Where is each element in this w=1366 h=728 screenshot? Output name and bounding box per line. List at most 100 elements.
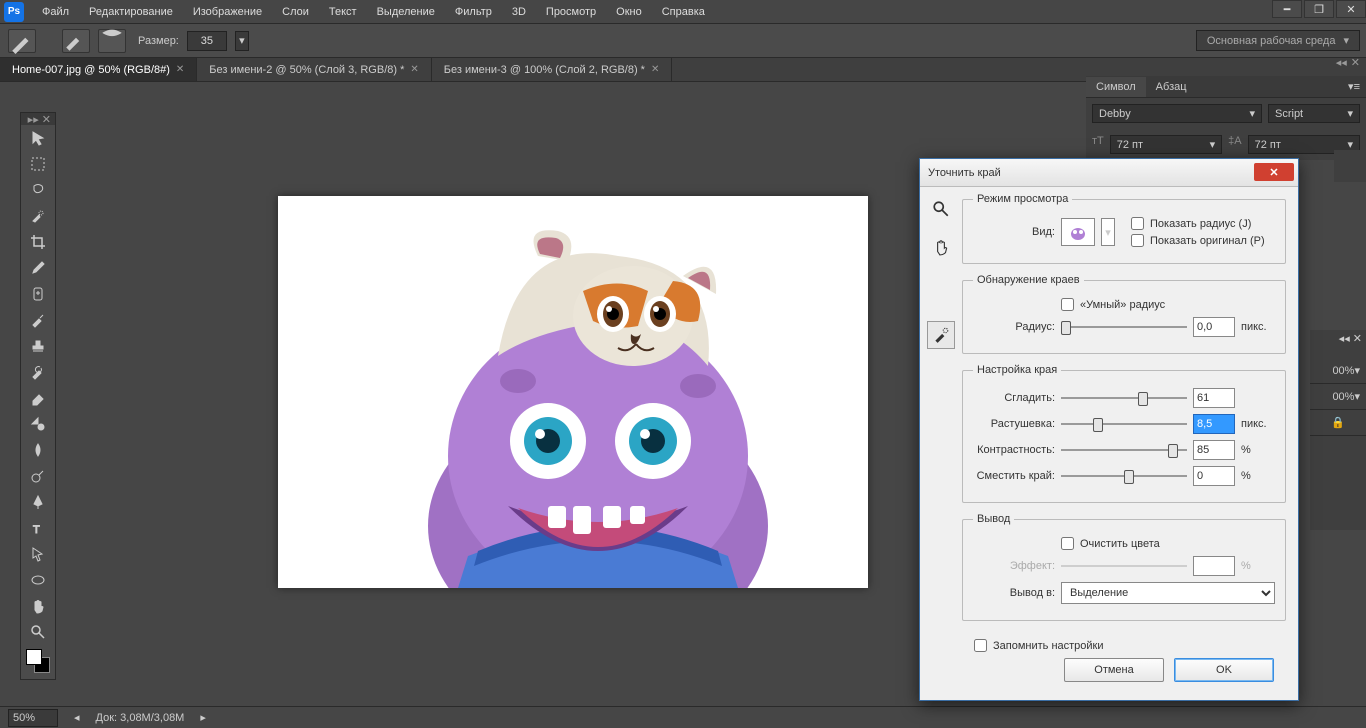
menu-layers[interactable]: Слои bbox=[272, 2, 319, 22]
panel-menu-icon[interactable]: ▾≡ bbox=[1342, 80, 1366, 93]
workspace-switcher[interactable]: Основная рабочая среда▾ bbox=[1196, 30, 1360, 51]
type-tool[interactable]: T bbox=[21, 515, 55, 541]
menu-select[interactable]: Выделение bbox=[367, 2, 445, 22]
view-thumbnail[interactable] bbox=[1061, 218, 1095, 246]
quick-select-tool[interactable] bbox=[21, 203, 55, 229]
size-dropdown-icon[interactable]: ▾ bbox=[235, 31, 249, 51]
zoom-tool[interactable] bbox=[21, 619, 55, 645]
opacity-value-0: 00% bbox=[1332, 365, 1354, 377]
font-family-dropdown[interactable]: Debby▾ bbox=[1092, 104, 1262, 123]
window-minimize-icon[interactable]: ━ bbox=[1272, 0, 1302, 18]
history-brush-tool[interactable] bbox=[21, 359, 55, 385]
feather-slider[interactable] bbox=[1061, 415, 1187, 433]
radius-slider[interactable] bbox=[1061, 318, 1187, 336]
collapse-icon[interactable]: ◂◂ bbox=[1336, 56, 1347, 69]
svg-text:T: T bbox=[33, 524, 40, 536]
amount-slider bbox=[1061, 557, 1187, 575]
edge-detection-legend: Обнаружение краев bbox=[973, 274, 1084, 286]
foreground-color[interactable] bbox=[26, 649, 42, 665]
smooth-slider[interactable] bbox=[1061, 389, 1187, 407]
feather-input[interactable] bbox=[1193, 414, 1235, 434]
brush-sample-icon[interactable] bbox=[98, 29, 126, 53]
layer-opacity-1[interactable]: 00% ▾ bbox=[1310, 384, 1366, 410]
collapsed-panels[interactable] bbox=[1334, 150, 1366, 182]
tool-preset-icon[interactable] bbox=[8, 29, 36, 53]
menu-image[interactable]: Изображение bbox=[183, 2, 272, 22]
layer-opacity-0[interactable]: 00% ▾ bbox=[1310, 358, 1366, 384]
shift-slider[interactable] bbox=[1061, 467, 1187, 485]
ok-button[interactable]: OK bbox=[1174, 658, 1274, 682]
radius-input[interactable] bbox=[1193, 317, 1235, 337]
smart-radius-check[interactable]: «Умный» радиус bbox=[1061, 298, 1165, 311]
font-style-dropdown[interactable]: Script▾ bbox=[1268, 104, 1360, 123]
menu-edit[interactable]: Редактирование bbox=[79, 2, 183, 22]
window-close-icon[interactable]: ✕ bbox=[1336, 0, 1366, 18]
shift-input[interactable] bbox=[1193, 466, 1235, 486]
dialog-close-button[interactable]: ✕ bbox=[1254, 163, 1294, 181]
tab-paragraph[interactable]: Абзац bbox=[1146, 77, 1197, 97]
cancel-button[interactable]: Отмена bbox=[1064, 658, 1164, 682]
panel-icon[interactable] bbox=[1338, 154, 1362, 178]
window-maximize-icon[interactable]: ❐ bbox=[1304, 0, 1334, 18]
scroll-left-icon[interactable]: ◂ bbox=[74, 711, 80, 724]
decontaminate-check[interactable]: Очистить цвета bbox=[1061, 537, 1160, 550]
view-dropdown[interactable]: ▾ bbox=[1101, 218, 1115, 246]
size-input[interactable] bbox=[187, 31, 227, 51]
status-menu-icon[interactable]: ▸ bbox=[200, 711, 206, 724]
refine-brush-icon[interactable] bbox=[927, 321, 955, 349]
menu-filter[interactable]: Фильтр bbox=[445, 2, 502, 22]
menu-text[interactable]: Текст bbox=[319, 2, 367, 22]
layers-collapse-icon[interactable]: ◂◂ ✕ bbox=[1310, 330, 1366, 340]
menu-window[interactable]: Окно bbox=[606, 2, 652, 22]
shape-tool[interactable] bbox=[21, 567, 55, 593]
menu-help[interactable]: Справка bbox=[652, 2, 715, 22]
path-select-tool[interactable] bbox=[21, 541, 55, 567]
menu-view[interactable]: Просмотр bbox=[536, 2, 606, 22]
blur-tool[interactable] bbox=[21, 437, 55, 463]
contrast-input[interactable] bbox=[1193, 440, 1235, 460]
canvas[interactable] bbox=[278, 196, 868, 588]
eraser-tool[interactable] bbox=[21, 385, 55, 411]
stamp-tool[interactable] bbox=[21, 333, 55, 359]
color-swatch[interactable] bbox=[21, 645, 55, 679]
show-original-check[interactable]: Показать оригинал (P) bbox=[1131, 234, 1275, 247]
zoom-preview-icon[interactable] bbox=[927, 195, 955, 223]
hand-preview-icon[interactable] bbox=[927, 233, 955, 261]
outputto-select[interactable]: Выделение bbox=[1061, 582, 1275, 604]
doc-tab-2[interactable]: Без имени-3 @ 100% (Слой 2, RGB/8) *✕ bbox=[432, 58, 673, 81]
dodge-tool[interactable] bbox=[21, 463, 55, 489]
zoom-input[interactable]: 50% bbox=[8, 709, 58, 727]
heal-tool[interactable] bbox=[21, 281, 55, 307]
lock-icon[interactable]: 🔒 bbox=[1310, 410, 1366, 436]
close-icon[interactable]: ✕ bbox=[1351, 56, 1360, 69]
show-radius-check[interactable]: Показать радиус (J) bbox=[1131, 217, 1275, 230]
hand-tool[interactable] bbox=[21, 593, 55, 619]
close-icon[interactable]: ✕ bbox=[651, 64, 659, 75]
tools-header[interactable]: ▸▸ ✕ bbox=[21, 113, 55, 125]
pen-tool[interactable] bbox=[21, 489, 55, 515]
adjust-edge-group: Настройка края Сгладить: Растушевка: пик… bbox=[962, 364, 1286, 503]
gradient-tool[interactable] bbox=[21, 411, 55, 437]
menu-file[interactable]: Файл bbox=[32, 2, 79, 22]
tab-character[interactable]: Символ bbox=[1086, 77, 1146, 97]
marquee-tool[interactable] bbox=[21, 151, 55, 177]
doc-tab-1[interactable]: Без имени-2 @ 50% (Слой 3, RGB/8) * ✕ bbox=[197, 58, 431, 81]
doc-tab-0[interactable]: Home-007.jpg @ 50% (RGB/8#)✕ bbox=[0, 58, 197, 81]
eyedropper-tool[interactable] bbox=[21, 255, 55, 281]
remember-check[interactable]: Запомнить настройки bbox=[974, 639, 1274, 652]
font-family-value: Debby bbox=[1099, 108, 1131, 120]
brush-tool[interactable] bbox=[21, 307, 55, 333]
move-tool[interactable] bbox=[21, 125, 55, 151]
doc-tab-1-label: Без имени-2 @ 50% (Слой 3, RGB/8) * bbox=[209, 64, 404, 76]
menu-3d[interactable]: 3D bbox=[502, 2, 536, 22]
smart-radius-label: «Умный» радиус bbox=[1080, 299, 1165, 311]
font-size-dropdown[interactable]: 72 пт▾ bbox=[1110, 135, 1222, 154]
close-icon[interactable]: ✕ bbox=[176, 64, 184, 75]
contrast-slider[interactable] bbox=[1061, 441, 1187, 459]
dialog-titlebar[interactable]: Уточнить край ✕ bbox=[920, 159, 1298, 187]
lasso-tool[interactable] bbox=[21, 177, 55, 203]
smooth-input[interactable] bbox=[1193, 388, 1235, 408]
crop-tool[interactable] bbox=[21, 229, 55, 255]
close-icon[interactable]: ✕ bbox=[410, 64, 418, 75]
brush-options-icon[interactable] bbox=[62, 29, 90, 53]
